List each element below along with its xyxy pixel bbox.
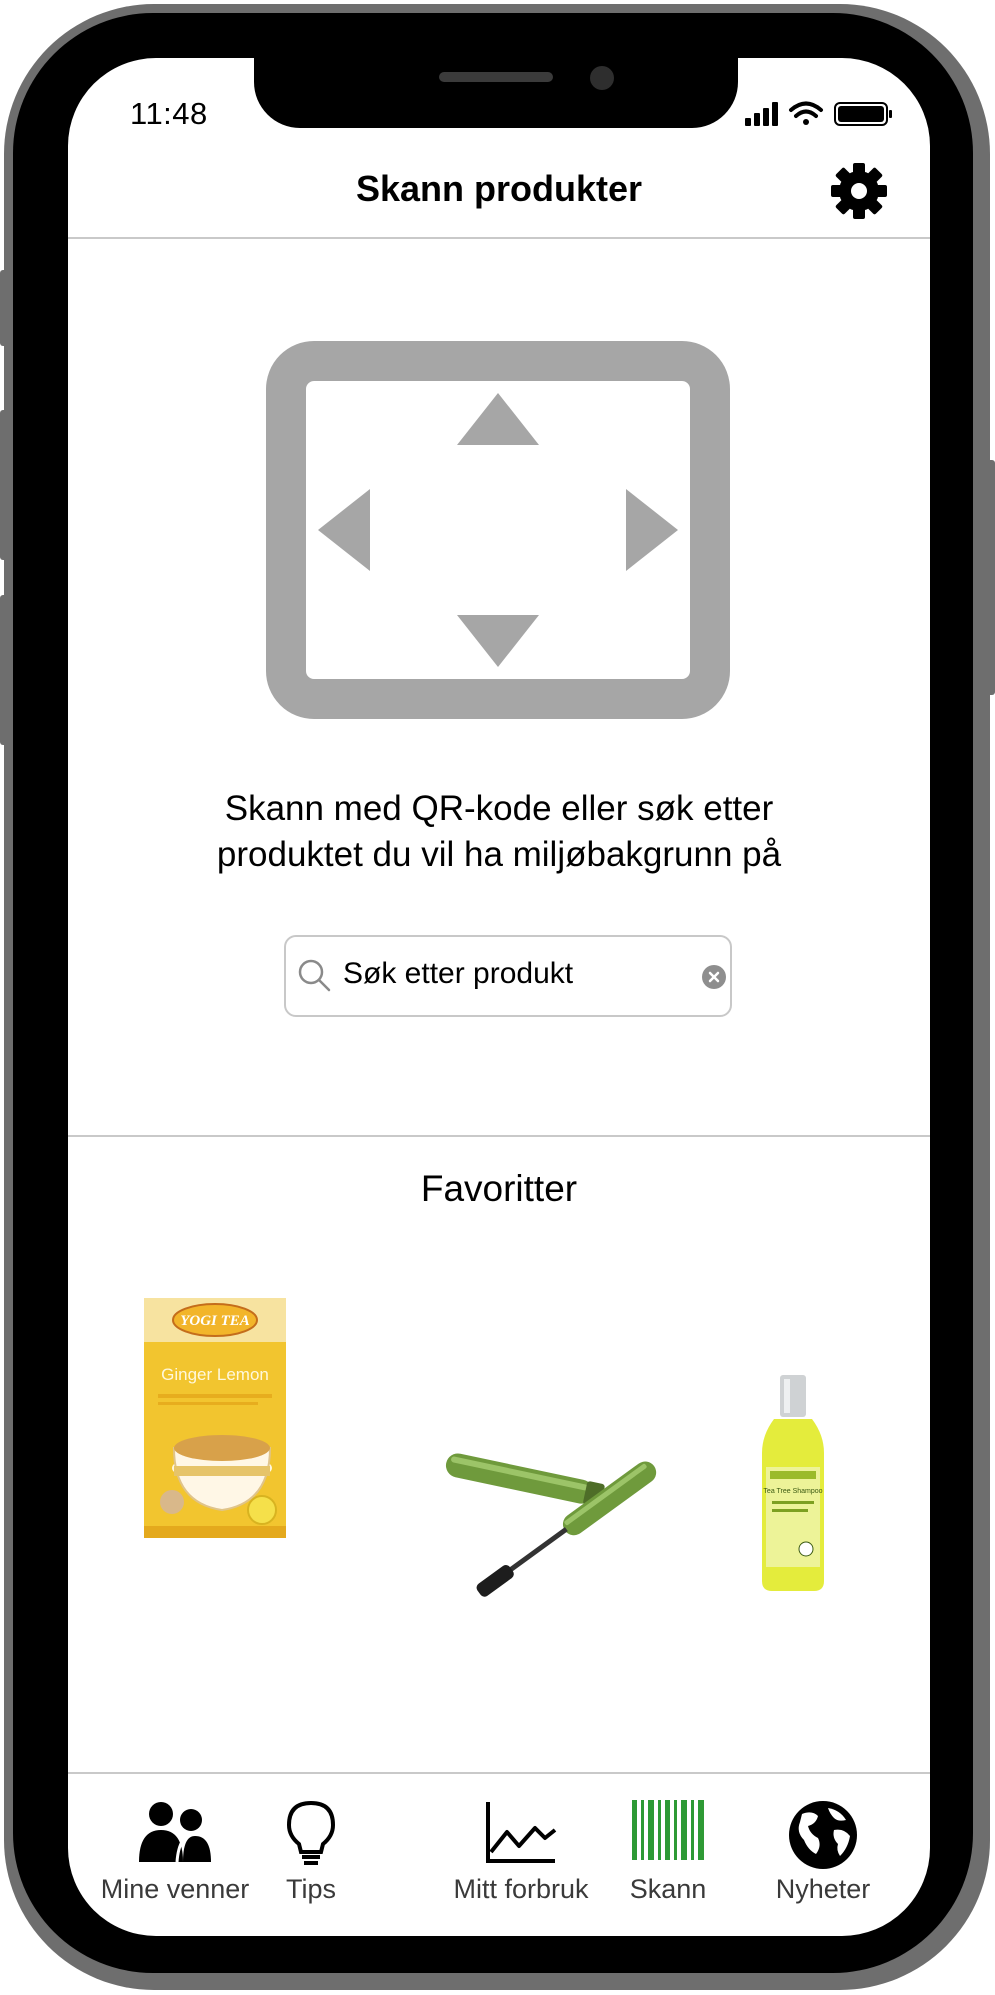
tea-brand: YOGI TEA [180,1313,250,1329]
tab-mine-venner[interactable]: Mine venner [94,1774,256,1936]
scan-instructions: Skann med QR-kode eller søk etter produk… [68,786,930,878]
tab-label: Tips [285,1874,336,1904]
arrow-left-icon [318,489,370,571]
mascara-image[interactable] [368,1398,708,1598]
scan-frame-icon[interactable] [266,341,730,719]
header-divider [68,237,930,239]
tab-tips[interactable]: Tips [256,1774,366,1936]
tab-nyheter[interactable]: Nyheter [748,1774,898,1936]
globe-icon [789,1801,857,1869]
arrow-up-icon [457,393,539,445]
speaker [439,72,553,82]
tab-label: Mine venner [100,1874,250,1904]
tab-mitt-forbruk[interactable]: Mitt forbruk [426,1774,616,1936]
volume-up-button [0,410,8,560]
volume-down-button [0,595,8,745]
shampoo-bottle-image[interactable]: Tea Tree Shampoo [738,1375,848,1595]
search-value: Søk etter produkt [343,957,574,990]
phone-screen: 11:48 Skann produkter Skann med QR-kode … [68,58,930,1936]
front-camera [590,66,614,90]
tab-label: Skann [629,1874,707,1904]
arrow-right-icon [626,489,678,571]
search-input[interactable]: Søk etter produkt [284,935,732,1017]
silent-switch [0,270,8,346]
section-divider [68,1135,930,1137]
battery-icon [834,102,892,126]
instructions-line-2: produktet du vil ha miljøbakgrunn på [216,835,782,874]
search-icon [298,959,331,992]
notch [254,58,738,128]
tab-label: Mitt forbruk [453,1874,589,1904]
status-icons-svg [745,101,892,126]
favorites-title: Favoritter [420,1168,578,1209]
status-icons [745,98,900,128]
arrow-down-icon [457,615,539,667]
chart-icon [486,1802,557,1863]
tab-label: Nyheter [775,1874,871,1904]
tea-name: Ginger Lemon [161,1365,269,1384]
clear-icon[interactable] [702,965,726,989]
gear-icon[interactable] [830,162,888,220]
page-title: Skann produkter [355,168,643,209]
wifi-icon [789,101,823,125]
signal-icon [745,102,778,126]
power-button [987,460,995,695]
tab-skann[interactable]: Skann [608,1774,728,1936]
barcode-icon [632,1800,704,1860]
instructions-line-1: Skann med QR-kode eller søk etter [224,789,774,828]
shampoo-name: Tea Tree Shampoo [763,1488,822,1495]
lightbulb-icon [286,1800,336,1865]
status-time: 11:48 [130,96,208,131]
tea-box-image[interactable]: YOGI TEA Ginger Lemon [144,1298,286,1538]
tab-bar: Mine venner Tips Mitt forbruk Skann Nyhe… [68,1774,930,1936]
friends-icon [139,1802,211,1863]
